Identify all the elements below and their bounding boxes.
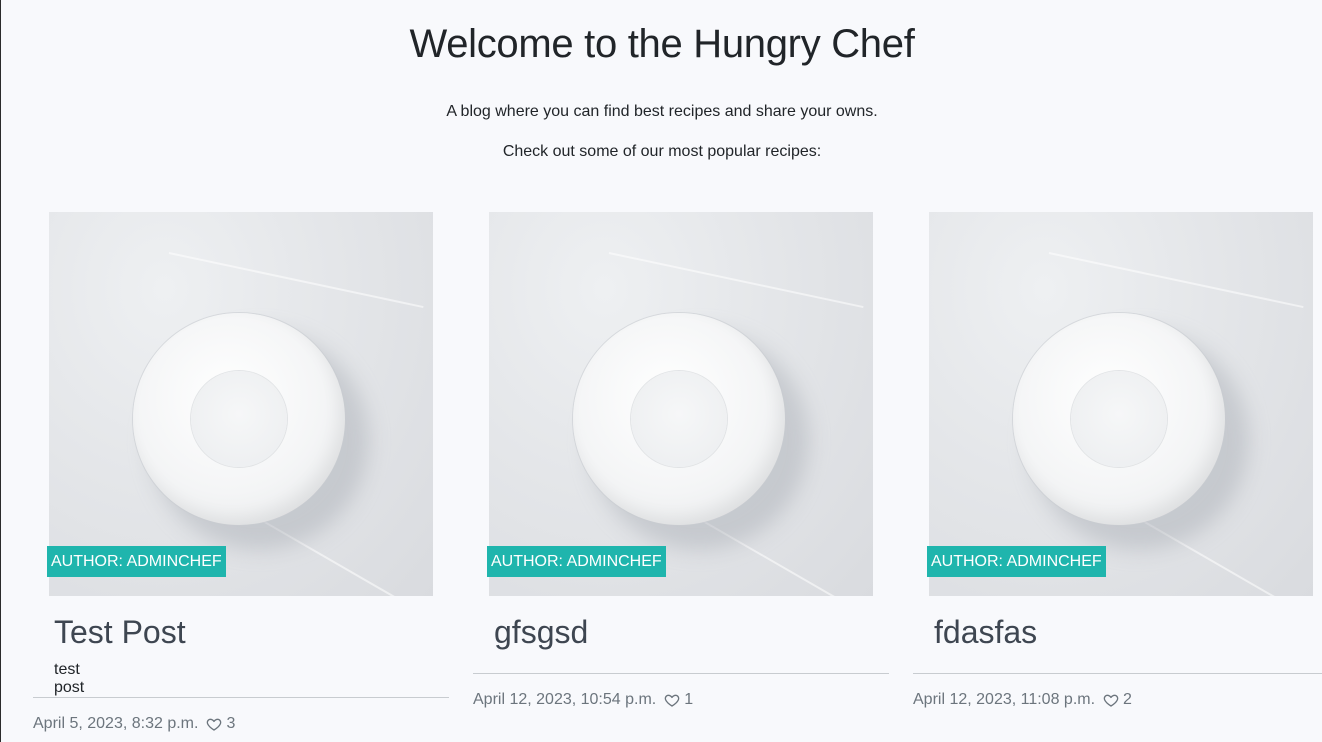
post-image[interactable]	[929, 212, 1313, 596]
like-count: 1	[684, 691, 694, 708]
author-badge: Author: adminchef	[47, 546, 226, 577]
popular-recipes-intro: Check out some of our most popular recip…	[502, 143, 822, 160]
author-badge: Author: adminchef	[927, 546, 1106, 577]
bowl-icon	[1013, 313, 1225, 525]
card-divider	[913, 673, 1322, 674]
like-count: 2	[1123, 691, 1132, 708]
post-title[interactable]: fdasfas	[934, 614, 1037, 651]
post-date: April 5, 2023, 8:32 p.m.	[33, 715, 199, 732]
card-divider	[473, 673, 889, 674]
like-count: 3	[226, 715, 236, 732]
bowl-icon	[573, 313, 785, 525]
post-excerpt: test post	[54, 661, 85, 696]
page-title: Welcome to the Hungry Chef	[409, 22, 915, 66]
heart-icon[interactable]	[206, 716, 222, 732]
post-meta: April 12, 2023, 10:54 p.m. 1	[473, 691, 693, 709]
card-divider	[33, 697, 449, 698]
post-image[interactable]	[49, 212, 433, 596]
post-image[interactable]	[489, 212, 873, 596]
heart-icon[interactable]	[664, 692, 680, 708]
post-date: April 12, 2023, 10:54 p.m.	[473, 691, 657, 708]
post-meta: April 5, 2023, 8:32 p.m. 3	[33, 715, 235, 733]
heart-icon[interactable]	[1103, 692, 1119, 708]
post-title[interactable]: gfsgsd	[494, 614, 588, 651]
author-badge: Author: adminchef	[487, 546, 666, 577]
bowl-icon	[133, 313, 345, 525]
post-meta: April 12, 2023, 11:08 p.m. 2	[913, 691, 1132, 709]
post-date: April 12, 2023, 11:08 p.m.	[913, 691, 1096, 708]
page-tagline: A blog where you can find best recipes a…	[446, 103, 878, 120]
post-title[interactable]: Test Post	[54, 614, 186, 651]
